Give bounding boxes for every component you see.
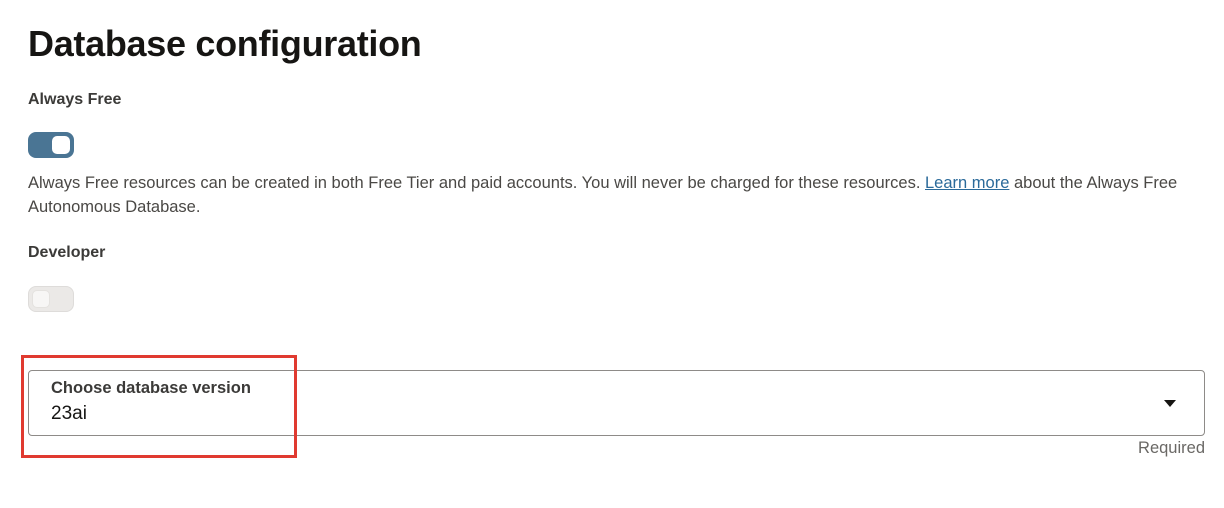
select-value: 23ai — [51, 403, 87, 424]
always-free-label: Always Free — [28, 91, 122, 108]
developer-toggle[interactable] — [28, 286, 74, 312]
page-title: Database configuration — [28, 23, 422, 64]
always-free-toggle[interactable] — [28, 132, 74, 158]
chevron-down-icon[interactable] — [1164, 400, 1176, 407]
select-label: Choose database version — [51, 379, 251, 397]
description-text-before: Always Free resources can be created in … — [28, 174, 925, 192]
toggle-knob — [52, 136, 70, 154]
developer-label: Developer — [28, 244, 106, 261]
always-free-description: Always Free resources can be created in … — [28, 171, 1208, 219]
database-version-select[interactable]: Choose database version 23ai — [28, 370, 1205, 436]
learn-more-link[interactable]: Learn more — [925, 174, 1009, 192]
required-hint: Required — [1138, 439, 1205, 457]
toggle-knob — [32, 290, 50, 308]
